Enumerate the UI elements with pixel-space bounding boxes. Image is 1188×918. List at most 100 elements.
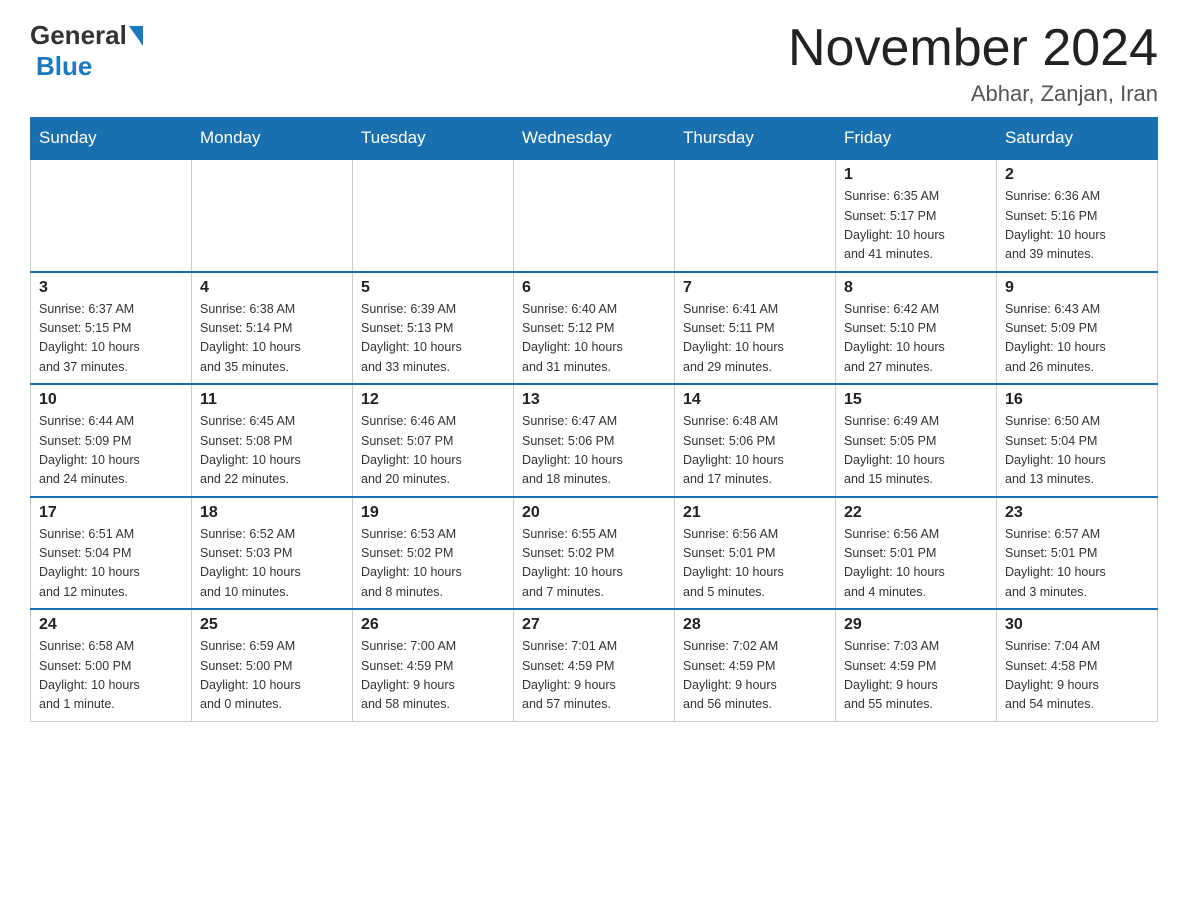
- day-number: 4: [200, 279, 344, 297]
- day-number: 23: [1005, 504, 1149, 522]
- calendar-cell: 28 Sunrise: 7:02 AMSunset: 4:59 PMDayligh…: [675, 609, 836, 721]
- calendar-cell: [514, 159, 675, 272]
- day-number: 18: [200, 504, 344, 522]
- day-info: Sunrise: 6:56 AMSunset: 5:01 PMDaylight:…: [844, 525, 988, 603]
- calendar-cell: 19 Sunrise: 6:53 AMSunset: 5:02 PMDayligh…: [353, 497, 514, 610]
- calendar-cell: 18 Sunrise: 6:52 AMSunset: 5:03 PMDayligh…: [192, 497, 353, 610]
- day-info: Sunrise: 6:39 AMSunset: 5:13 PMDaylight:…: [361, 300, 505, 378]
- day-info: Sunrise: 7:02 AMSunset: 4:59 PMDaylight:…: [683, 637, 827, 715]
- day-info: Sunrise: 6:56 AMSunset: 5:01 PMDaylight:…: [683, 525, 827, 603]
- day-number: 1: [844, 166, 988, 184]
- day-info: Sunrise: 6:47 AMSunset: 5:06 PMDaylight:…: [522, 412, 666, 490]
- day-number: 28: [683, 616, 827, 634]
- calendar-week-1: 1Sunrise: 6:35 AMSunset: 5:17 PMDaylight…: [31, 159, 1158, 272]
- day-number: 20: [522, 504, 666, 522]
- day-number: 9: [1005, 279, 1149, 297]
- weekday-header-sunday: Sunday: [31, 118, 192, 160]
- calendar-cell: 14Sunrise: 6:48 AMSunset: 5:06 PMDayligh…: [675, 384, 836, 497]
- day-info: Sunrise: 7:04 AMSunset: 4:58 PMDaylight:…: [1005, 637, 1149, 715]
- day-number: 26: [361, 616, 505, 634]
- day-info: Sunrise: 6:52 AMSunset: 5:03 PMDaylight:…: [200, 525, 344, 603]
- day-number: 27: [522, 616, 666, 634]
- day-info: Sunrise: 6:38 AMSunset: 5:14 PMDaylight:…: [200, 300, 344, 378]
- day-info: Sunrise: 6:45 AMSunset: 5:08 PMDaylight:…: [200, 412, 344, 490]
- calendar-cell: 11Sunrise: 6:45 AMSunset: 5:08 PMDayligh…: [192, 384, 353, 497]
- logo-general-text: General: [30, 20, 127, 51]
- day-info: Sunrise: 6:59 AMSunset: 5:00 PMDaylight:…: [200, 637, 344, 715]
- day-number: 19: [361, 504, 505, 522]
- calendar-cell: 2Sunrise: 6:36 AMSunset: 5:16 PMDaylight…: [997, 159, 1158, 272]
- calendar-cell: 21 Sunrise: 6:56 AMSunset: 5:01 PMDayligh…: [675, 497, 836, 610]
- calendar-cell: 22 Sunrise: 6:56 AMSunset: 5:01 PMDayligh…: [836, 497, 997, 610]
- weekday-header-thursday: Thursday: [675, 118, 836, 160]
- day-info: Sunrise: 7:03 AMSunset: 4:59 PMDaylight:…: [844, 637, 988, 715]
- calendar-cell: 8 Sunrise: 6:42 AMSunset: 5:10 PMDaylight…: [836, 272, 997, 385]
- calendar-cell: 1Sunrise: 6:35 AMSunset: 5:17 PMDaylight…: [836, 159, 997, 272]
- calendar-cell: 6 Sunrise: 6:40 AMSunset: 5:12 PMDaylight…: [514, 272, 675, 385]
- calendar-week-5: 24 Sunrise: 6:58 AMSunset: 5:00 PMDayligh…: [31, 609, 1158, 721]
- day-number: 30: [1005, 616, 1149, 634]
- day-info: Sunrise: 6:58 AMSunset: 5:00 PMDaylight:…: [39, 637, 183, 715]
- logo-triangle-icon: [129, 26, 143, 46]
- day-number: 8: [844, 279, 988, 297]
- calendar-cell: [353, 159, 514, 272]
- calendar-cell: 16 Sunrise: 6:50 AMSunset: 5:04 PMDayligh…: [997, 384, 1158, 497]
- calendar-cell: 24 Sunrise: 6:58 AMSunset: 5:00 PMDayligh…: [31, 609, 192, 721]
- day-info: Sunrise: 6:46 AMSunset: 5:07 PMDaylight:…: [361, 412, 505, 490]
- day-info: Sunrise: 6:49 AMSunset: 5:05 PMDaylight:…: [844, 412, 988, 490]
- day-info: Sunrise: 6:53 AMSunset: 5:02 PMDaylight:…: [361, 525, 505, 603]
- weekday-header-friday: Friday: [836, 118, 997, 160]
- calendar-cell: 5Sunrise: 6:39 AMSunset: 5:13 PMDaylight…: [353, 272, 514, 385]
- calendar-cell: 15 Sunrise: 6:49 AMSunset: 5:05 PMDayligh…: [836, 384, 997, 497]
- day-number: 22: [844, 504, 988, 522]
- weekday-header-monday: Monday: [192, 118, 353, 160]
- day-info: Sunrise: 6:41 AMSunset: 5:11 PMDaylight:…: [683, 300, 827, 378]
- weekday-header-row: SundayMondayTuesdayWednesdayThursdayFrid…: [31, 118, 1158, 160]
- day-number: 21: [683, 504, 827, 522]
- day-number: 17: [39, 504, 183, 522]
- day-info: Sunrise: 6:55 AMSunset: 5:02 PMDaylight:…: [522, 525, 666, 603]
- day-info: Sunrise: 7:00 AMSunset: 4:59 PMDaylight:…: [361, 637, 505, 715]
- title-area: November 2024 Abhar, Zanjan, Iran: [788, 20, 1158, 107]
- day-info: Sunrise: 6:50 AMSunset: 5:04 PMDaylight:…: [1005, 412, 1149, 490]
- calendar-cell: 3Sunrise: 6:37 AMSunset: 5:15 PMDaylight…: [31, 272, 192, 385]
- day-info: Sunrise: 6:44 AMSunset: 5:09 PMDaylight:…: [39, 412, 183, 490]
- day-info: Sunrise: 6:57 AMSunset: 5:01 PMDaylight:…: [1005, 525, 1149, 603]
- calendar-cell: 9 Sunrise: 6:43 AMSunset: 5:09 PMDaylight…: [997, 272, 1158, 385]
- day-number: 12: [361, 391, 505, 409]
- day-number: 15: [844, 391, 988, 409]
- logo-blue-text: Blue: [36, 51, 92, 82]
- day-info: Sunrise: 6:36 AMSunset: 5:16 PMDaylight:…: [1005, 187, 1149, 265]
- day-number: 13: [522, 391, 666, 409]
- day-number: 16: [1005, 391, 1149, 409]
- calendar-cell: 23 Sunrise: 6:57 AMSunset: 5:01 PMDayligh…: [997, 497, 1158, 610]
- calendar-cell: 10 Sunrise: 6:44 AMSunset: 5:09 PMDayligh…: [31, 384, 192, 497]
- location-subtitle: Abhar, Zanjan, Iran: [788, 81, 1158, 107]
- day-info: Sunrise: 7:01 AMSunset: 4:59 PMDaylight:…: [522, 637, 666, 715]
- weekday-header-tuesday: Tuesday: [353, 118, 514, 160]
- logo: General Blue: [30, 20, 143, 82]
- calendar-cell: 25Sunrise: 6:59 AMSunset: 5:00 PMDayligh…: [192, 609, 353, 721]
- day-info: Sunrise: 6:51 AMSunset: 5:04 PMDaylight:…: [39, 525, 183, 603]
- calendar-cell: 17 Sunrise: 6:51 AMSunset: 5:04 PMDayligh…: [31, 497, 192, 610]
- calendar-cell: 26 Sunrise: 7:00 AMSunset: 4:59 PMDayligh…: [353, 609, 514, 721]
- calendar-week-4: 17 Sunrise: 6:51 AMSunset: 5:04 PMDayligh…: [31, 497, 1158, 610]
- calendar-cell: 7 Sunrise: 6:41 AMSunset: 5:11 PMDaylight…: [675, 272, 836, 385]
- calendar-cell: [192, 159, 353, 272]
- day-number: 6: [522, 279, 666, 297]
- calendar-week-3: 10 Sunrise: 6:44 AMSunset: 5:09 PMDayligh…: [31, 384, 1158, 497]
- day-number: 14: [683, 391, 827, 409]
- day-number: 24: [39, 616, 183, 634]
- day-info: Sunrise: 6:40 AMSunset: 5:12 PMDaylight:…: [522, 300, 666, 378]
- day-info: Sunrise: 6:43 AMSunset: 5:09 PMDaylight:…: [1005, 300, 1149, 378]
- weekday-header-saturday: Saturday: [997, 118, 1158, 160]
- day-info: Sunrise: 6:42 AMSunset: 5:10 PMDaylight:…: [844, 300, 988, 378]
- day-info: Sunrise: 6:37 AMSunset: 5:15 PMDaylight:…: [39, 300, 183, 378]
- calendar-table: SundayMondayTuesdayWednesdayThursdayFrid…: [30, 117, 1158, 722]
- weekday-header-wednesday: Wednesday: [514, 118, 675, 160]
- day-number: 10: [39, 391, 183, 409]
- day-number: 7: [683, 279, 827, 297]
- calendar-cell: 13 Sunrise: 6:47 AMSunset: 5:06 PMDayligh…: [514, 384, 675, 497]
- calendar-cell: 12 Sunrise: 6:46 AMSunset: 5:07 PMDayligh…: [353, 384, 514, 497]
- calendar-cell: 20 Sunrise: 6:55 AMSunset: 5:02 PMDayligh…: [514, 497, 675, 610]
